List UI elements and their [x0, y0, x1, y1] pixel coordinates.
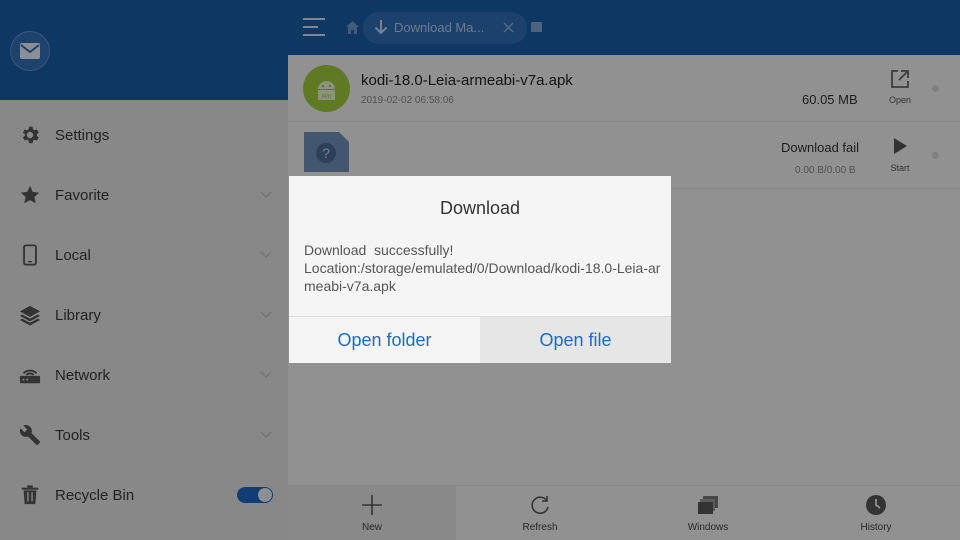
dialog-title: Download — [439, 198, 521, 218]
download-dialog: Download Download successfully! Location… — [289, 176, 671, 363]
dialog-message-status: Download successfully! — [304, 242, 454, 258]
open-file-button[interactable]: Open file — [480, 317, 671, 363]
dialog-message-location: Location:/storage/emulated/0/Download/ko… — [304, 260, 661, 294]
open-folder-button[interactable]: Open folder — [289, 317, 480, 363]
dialog-message: Download successfully! Location:/storage… — [304, 241, 664, 295]
